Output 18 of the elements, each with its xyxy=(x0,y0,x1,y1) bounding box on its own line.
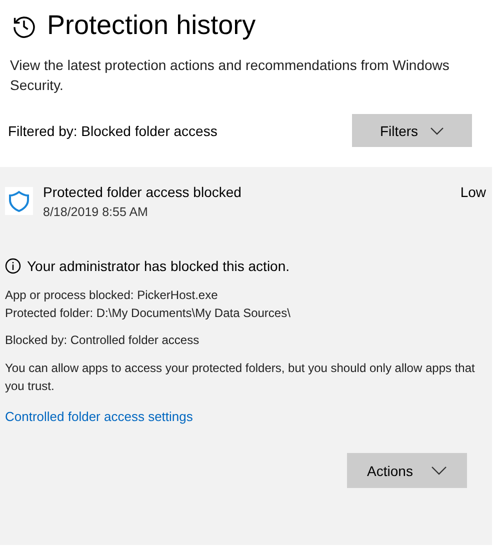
detail-line: App or process blocked: PickerHost.exe xyxy=(5,287,219,304)
severity-label: Low xyxy=(460,184,486,200)
blocked-by-text: Blocked by: Controlled folder access xyxy=(5,333,200,347)
actions-button[interactable]: Actions xyxy=(347,453,467,488)
detail-line: Protected folder: D:\My Documents\My Data Sources\ xyxy=(5,305,292,322)
note-text: You can allow apps to access your protected folders, but you should only allow apps that you trust. xyxy=(5,360,476,395)
admin-message: Your administrator has blocked this action. xyxy=(27,258,290,274)
chevron-down-icon xyxy=(430,466,447,475)
page-description: View the latest protection actions and recommendations from Windows Security. xyxy=(10,56,450,95)
settings-link[interactable]: Controlled folder access settings xyxy=(5,409,193,424)
event-date: 8/18/2019 8:55 AM xyxy=(43,205,149,219)
event-title: Protected folder access blocked xyxy=(43,184,242,200)
shield-icon xyxy=(5,187,33,215)
info-icon xyxy=(5,258,21,274)
filters-button[interactable]: Filters xyxy=(352,114,472,147)
filter-label: Filtered by: Blocked folder access xyxy=(8,122,218,138)
chevron-down-icon xyxy=(430,126,444,134)
page-title: Protection history xyxy=(47,10,256,41)
